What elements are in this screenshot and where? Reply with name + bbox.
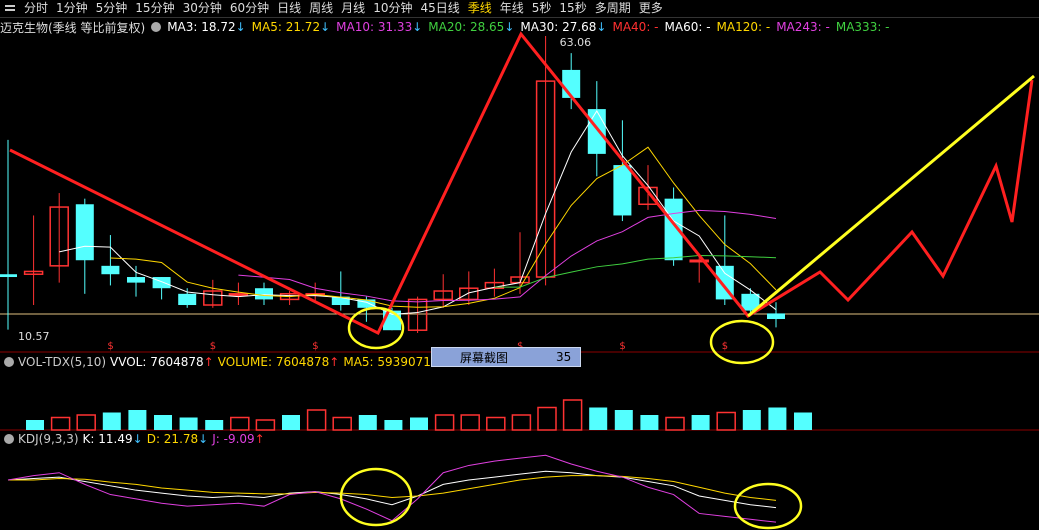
kdj-line (7, 454, 777, 523)
legend-label: VVOL: 7604878 (110, 354, 204, 369)
volume-bar (76, 414, 96, 431)
legend-label: J: -9.09 (212, 431, 255, 446)
candle-body (562, 69, 581, 98)
low-price-label: 10.57 (18, 330, 50, 343)
legend-label: K: 11.49 (82, 431, 133, 446)
volume-bar (255, 419, 276, 431)
toast-count: 35 (556, 350, 572, 364)
trend-arrow-icon: ↑ (329, 354, 340, 369)
candle-body (255, 288, 273, 300)
volume-bar (589, 407, 608, 430)
screenshot-toast[interactable]: 屏幕截图 35 (431, 347, 581, 367)
volume-bar (562, 399, 583, 431)
legend-label: D: 21.78 (146, 431, 199, 446)
kdj-settings-icon[interactable] (4, 433, 14, 444)
kdj-legend-bar: KDJ(9,3,3) K: 11.49↓ D: 21.78↓ J: -9.09↑ (0, 431, 273, 446)
legend-item: KDJ(9,3,3) (18, 432, 79, 446)
legend-item: K: 11.49↓ (83, 432, 143, 446)
volume-bar (102, 412, 121, 430)
toast-label: 屏幕截图 (460, 350, 509, 365)
volume-legend-bar: VOL-TDX(5,10) VVOL: 7604878↑ VOLUME: 76048… (0, 354, 491, 369)
kdj-line (7, 470, 777, 509)
volume-bar (716, 411, 736, 431)
volume-bar (282, 415, 300, 430)
legend-item: J: -9.09↑ (212, 432, 265, 446)
volume-bar (128, 410, 147, 430)
candle-body (127, 277, 145, 283)
trend-arrow-icon: ↓ (132, 431, 143, 446)
dividend-marker-icon: $ (312, 341, 318, 352)
legend-label: VOL-TDX(5,10) (18, 354, 107, 369)
high-price-label: 63.06 (560, 36, 592, 49)
legend-label: VOLUME: 7604878 (217, 354, 330, 369)
trend-arrow-icon: ↑ (203, 354, 214, 369)
volume-bar (358, 415, 377, 430)
trend-arrow-icon: ↑ (254, 431, 265, 446)
dividend-marker-icon: $ (619, 341, 625, 352)
volume-bar (332, 416, 352, 431)
trend-arrow-icon: ↓ (198, 431, 209, 446)
candle-body (0, 274, 17, 278)
volume-bar (794, 412, 812, 430)
volume-bar (306, 409, 327, 431)
volume-settings-icon[interactable] (4, 356, 14, 367)
legend-label: KDJ(9,3,3) (18, 431, 79, 446)
volume-bar (537, 406, 557, 431)
volume-bar (511, 414, 532, 431)
volume-bar (384, 420, 403, 430)
volume-bar (410, 417, 428, 430)
dividend-marker-icon: $ (210, 341, 216, 352)
candle-body (101, 265, 120, 275)
volume-bar (768, 407, 787, 430)
volume-bar (665, 416, 685, 431)
volume-bar (154, 415, 172, 430)
dividend-marker-icon: $ (722, 341, 728, 352)
candle-body (75, 204, 94, 261)
legend-label: MA5: 5939071 (343, 354, 431, 369)
candle-body (228, 293, 249, 297)
candle-body (613, 165, 632, 216)
legend-item: VVOL: 7604878↑ (110, 355, 214, 369)
volume-bar (26, 420, 44, 430)
volume-bar (691, 415, 710, 430)
legend-item: VOLUME: 7604878↑ (218, 355, 340, 369)
volume-bar (50, 416, 71, 431)
legend-item: VOL-TDX(5,10) (18, 355, 106, 369)
candle-body (178, 293, 197, 306)
volume-bar (486, 416, 506, 431)
volume-bar (179, 417, 198, 430)
trend-annotation (747, 74, 1035, 318)
dividend-marker-icon: $ (107, 341, 113, 352)
legend-item: MA5: 5939071↑ (343, 355, 441, 369)
highlight-circle (709, 319, 775, 365)
volume-bar (640, 415, 659, 430)
candle-body (767, 313, 785, 320)
volume-bar (205, 420, 224, 430)
volume-bar (460, 414, 480, 431)
price-chart[interactable]: 63.0610.57$$$$$$ (0, 0, 1039, 530)
volume-bar (614, 410, 633, 430)
volume-bar (434, 414, 455, 431)
volume-bar (230, 416, 250, 431)
candle-body (152, 277, 171, 289)
candle-body (587, 109, 606, 154)
volume-bar (742, 410, 761, 430)
legend-item: D: 21.78↓ (147, 432, 209, 446)
